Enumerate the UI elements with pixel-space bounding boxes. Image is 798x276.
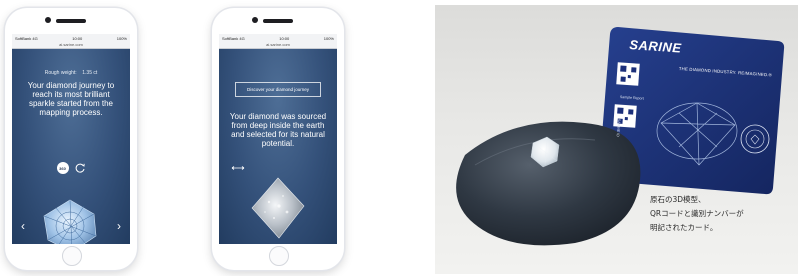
address-bar[interactable]: ai.sarine.com	[219, 42, 337, 49]
view-controls: 360	[12, 162, 130, 174]
status-bar: SoftBank 4G 10:00 100%	[219, 34, 337, 42]
swipe-arrows-icon	[231, 166, 245, 170]
front-camera	[252, 17, 258, 23]
earpiece	[56, 19, 86, 23]
carrier-label: SoftBank 4G	[15, 35, 38, 41]
earpiece	[263, 19, 293, 23]
carrier-label: SoftBank 4G	[222, 35, 245, 41]
phone-screen: SoftBank 4G 10:00 100% ai.sarine.com Rou…	[12, 34, 130, 244]
next-arrow-icon[interactable]: ›	[117, 220, 121, 232]
product-photo: SARINE THE DIAMOND INDUSTRY. REIMAGINED.…	[435, 5, 798, 274]
battery-label: 100%	[323, 35, 334, 41]
front-camera	[45, 17, 51, 23]
home-button[interactable]	[269, 246, 289, 266]
rough-weight-value: 1.35 ct	[82, 70, 98, 76]
battery-label: 100%	[116, 35, 127, 41]
clock: 10:00	[279, 35, 290, 41]
clock: 10:00	[72, 35, 83, 41]
rough-diamond-image	[251, 177, 305, 239]
rough-diamond-3d-model[interactable]	[40, 198, 100, 244]
caption-line: 明記されたカード。	[650, 223, 718, 232]
source-text: Your diamond was sourced from deep insid…	[229, 112, 327, 148]
phone-mockup-rough-weight: SoftBank 4G 10:00 100% ai.sarine.com Rou…	[5, 8, 137, 270]
photo-caption: 原石の3D模型、 QRコードと識別ナンバーが 明記されたカード。	[650, 193, 744, 235]
rotate-icon[interactable]	[74, 162, 86, 174]
caption-line: 原石の3D模型、	[650, 195, 706, 204]
caption-line: QRコードと識別ナンバーが	[650, 209, 744, 218]
address-bar[interactable]: ai.sarine.com	[12, 42, 130, 49]
journey-text: Your diamond journey to reach its most b…	[27, 81, 115, 117]
home-button[interactable]	[62, 246, 82, 266]
rough-weight-label: Rough weight:	[44, 70, 77, 76]
prev-arrow-icon[interactable]: ‹	[21, 220, 25, 232]
rough-weight-readout: Rough weight: 1.35 ct	[12, 70, 130, 76]
status-bar: SoftBank 4G 10:00 100%	[12, 34, 130, 42]
discover-journey-button[interactable]: Discover your diamond journey	[235, 82, 321, 97]
phone-screen: SoftBank 4G 10:00 100% ai.sarine.com Dis…	[219, 34, 337, 244]
phone-mockup-source: SoftBank 4G 10:00 100% ai.sarine.com Dis…	[212, 8, 344, 270]
view-360-icon[interactable]: 360	[56, 162, 69, 174]
